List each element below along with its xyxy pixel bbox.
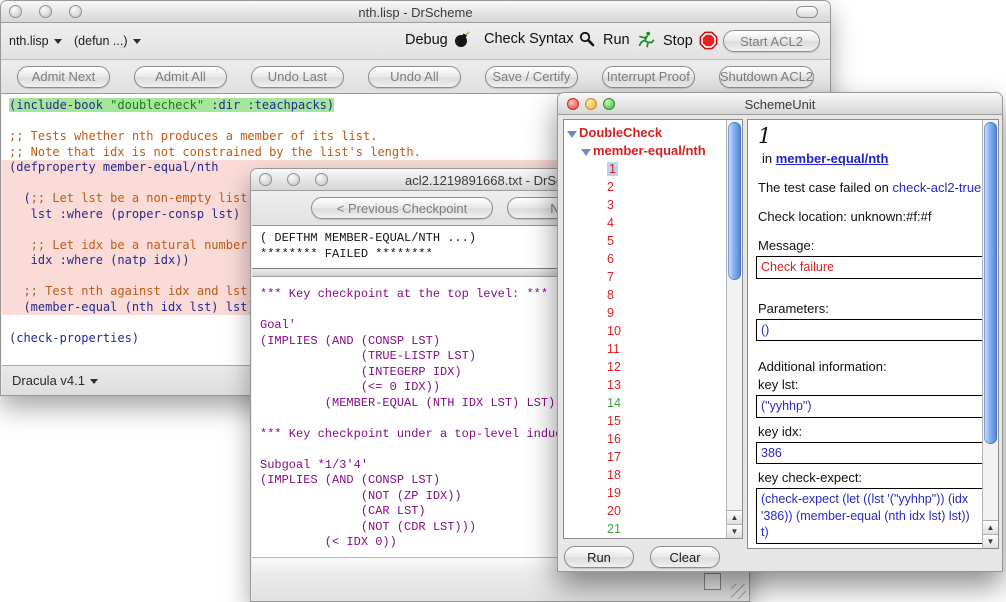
key-lst-value-box[interactable]: ("yyhhp")	[756, 395, 984, 418]
schemeunit-buttons: Run Clear	[564, 546, 720, 568]
footer-square-icon[interactable]	[704, 573, 721, 590]
check-acl2-true-ref: check-acl2-true.	[892, 180, 984, 195]
scrollbar-thumb[interactable]	[984, 122, 997, 444]
disclosure-triangle-icon[interactable]	[567, 131, 577, 138]
runner-icon	[636, 31, 655, 48]
test-case-item[interactable]: 6	[564, 250, 725, 268]
test-case-item[interactable]: 17	[564, 448, 725, 466]
chevron-down-icon	[133, 39, 141, 44]
desktop: nth.lisp - DrScheme nth.lisp (defun ...)…	[0, 0, 1006, 602]
tree-scrollbar[interactable]: ▲ ▼	[726, 120, 742, 538]
test-tree: DoubleCheck member-equal/nth 12345678910…	[564, 120, 725, 538]
scroll-up-arrow[interactable]: ▲	[983, 520, 998, 534]
test-case-item[interactable]: 9	[564, 304, 725, 322]
run-button[interactable]: Run	[603, 31, 655, 48]
shutdown-acl2-button[interactable]: Shutdown ACL2	[719, 66, 814, 88]
member-equal-nth-link[interactable]: member-equal/nth	[776, 151, 889, 166]
key-check-expect-label: key check-expect:	[758, 470, 981, 486]
clear-button[interactable]: Clear	[650, 546, 720, 568]
key-idx-value-box[interactable]: 386	[756, 442, 984, 465]
test-case-item[interactable]: 5	[564, 232, 725, 250]
run-tests-button[interactable]: Run	[564, 546, 634, 568]
additional-info-label: Additional information:	[758, 359, 981, 375]
test-case-item[interactable]: 11	[564, 340, 725, 358]
save-certify-button[interactable]: Save / Certify	[485, 66, 578, 88]
test-tree-panel: DoubleCheck member-equal/nth 12345678910…	[563, 119, 743, 539]
window-title: SchemeUnit	[558, 97, 1002, 112]
test-case-item[interactable]: 20	[564, 502, 725, 520]
key-check-expect-value-box[interactable]: (check-expect (let ((lst '("yyhhp")) (id…	[756, 488, 984, 544]
magnifier-icon	[579, 31, 595, 47]
parameters-label: Parameters:	[758, 301, 981, 317]
debug-button[interactable]: Debug	[405, 31, 471, 48]
file-dropdown[interactable]: nth.lisp	[9, 34, 62, 48]
undo-last-button[interactable]: Undo Last	[251, 66, 344, 88]
test-detail-panel: 1 in member-equal/nth The test case fail…	[747, 119, 999, 549]
parameters-value-box[interactable]: ()	[756, 319, 984, 342]
drscheme-menu-row: nth.lisp (defun ...) Debug Check Syntax …	[1, 23, 830, 59]
start-acl2-button[interactable]: Start ACL2	[723, 30, 820, 52]
scroll-down-arrow[interactable]: ▼	[983, 534, 998, 548]
tree-item-doublecheck[interactable]: DoubleCheck	[564, 124, 725, 142]
admit-all-button[interactable]: Admit All	[134, 66, 227, 88]
test-case-item[interactable]: 1	[564, 160, 725, 178]
test-case-item[interactable]: 12	[564, 358, 725, 376]
scroll-down-arrow[interactable]: ▼	[727, 524, 742, 538]
disclosure-triangle-icon[interactable]	[581, 149, 591, 156]
scroll-up-arrow[interactable]: ▲	[727, 510, 742, 524]
message-label: Message:	[758, 238, 981, 254]
admit-next-button[interactable]: Admit Next	[17, 66, 110, 88]
test-case-item[interactable]: 3	[564, 196, 725, 214]
key-idx-label: key idx:	[758, 424, 981, 440]
tree-item-member-equal-nth[interactable]: member-equal/nth	[564, 142, 725, 160]
test-case-item[interactable]: 7	[564, 268, 725, 286]
case-location-line: in member-equal/nth	[762, 151, 981, 166]
check-location: Check location: unknown:#f:#f	[758, 209, 981, 224]
test-case-item[interactable]: 13	[564, 376, 725, 394]
dracula-menu[interactable]: Dracula v4.1	[12, 373, 98, 388]
resize-grip[interactable]	[731, 584, 746, 599]
test-case-item[interactable]: 21	[564, 520, 725, 538]
previous-checkpoint-button[interactable]: < Previous Checkpoint	[311, 197, 493, 219]
test-case-item[interactable]: 8	[564, 286, 725, 304]
chevron-down-icon	[90, 379, 98, 384]
failure-description: The test case failed on check-acl2-true.	[758, 179, 986, 196]
test-case-list: 123456789101112131415161718192021	[564, 160, 725, 538]
schemeunit-titlebar[interactable]: SchemeUnit	[558, 93, 1002, 115]
bomb-icon	[454, 31, 471, 48]
stop-sign-icon	[699, 31, 718, 50]
detail-scrollbar[interactable]: ▲ ▼	[982, 120, 998, 548]
test-case-item[interactable]: 18	[564, 466, 725, 484]
case-number: 1	[758, 124, 981, 149]
toolbar-pill-button[interactable]	[796, 6, 818, 18]
stop-button[interactable]: Stop	[663, 31, 718, 50]
scrollbar-thumb[interactable]	[728, 122, 741, 280]
test-case-item[interactable]: 2	[564, 178, 725, 196]
acl2-toolbar: Admit Next Admit All Undo Last Undo All …	[1, 59, 830, 94]
undo-all-button[interactable]: Undo All	[368, 66, 461, 88]
defun-dropdown[interactable]: (defun ...)	[74, 34, 141, 48]
interrupt-proof-button[interactable]: Interrupt Proof	[602, 66, 695, 88]
test-case-item[interactable]: 15	[564, 412, 725, 430]
test-detail-content: 1 in member-equal/nth The test case fail…	[748, 120, 981, 548]
test-case-item[interactable]: 14	[564, 394, 725, 412]
key-lst-label: key lst:	[758, 377, 981, 393]
message-value-box[interactable]: Check failure	[756, 256, 984, 279]
chevron-down-icon	[54, 39, 62, 44]
drscheme-titlebar[interactable]: nth.lisp - DrScheme	[1, 1, 830, 23]
window-title: nth.lisp - DrScheme	[1, 5, 830, 20]
check-syntax-button[interactable]: Check Syntax	[484, 31, 595, 47]
test-case-item[interactable]: 16	[564, 430, 725, 448]
schemeunit-window: SchemeUnit DoubleCheck member-equal/nth …	[557, 92, 1003, 572]
test-case-item[interactable]: 10	[564, 322, 725, 340]
test-case-item[interactable]: 19	[564, 484, 725, 502]
test-case-item[interactable]: 4	[564, 214, 725, 232]
